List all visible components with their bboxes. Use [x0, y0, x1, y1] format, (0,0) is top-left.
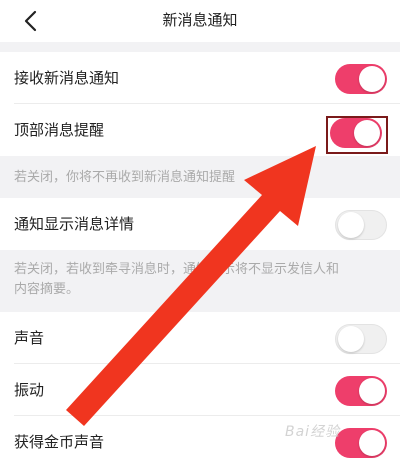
- setting-row-top-banner: 顶部消息提醒: [0, 104, 400, 156]
- toggle-knob: [359, 66, 385, 92]
- setting-row-receive-notifications: 接收新消息通知: [0, 52, 400, 104]
- setting-label: 顶部消息提醒: [14, 121, 105, 139]
- coin-sound-toggle[interactable]: [335, 428, 387, 458]
- show-details-note-line2: 内容摘要。: [14, 282, 80, 297]
- show-details-toggle[interactable]: [335, 210, 387, 240]
- setting-label: 接收新消息通知: [14, 69, 120, 87]
- watermark: Bai经验: [285, 424, 341, 440]
- setting-row-show-details: 通知显示消息详情: [0, 198, 400, 250]
- top-banner-toggle[interactable]: [330, 118, 382, 148]
- toggle-knob: [359, 378, 385, 404]
- header-bar: 新消息通知: [0, 0, 400, 42]
- vibration-toggle[interactable]: [335, 376, 387, 406]
- top-banner-note: 若关闭，你将不再收到新消息通知提醒: [14, 170, 236, 185]
- toggle-knob: [359, 430, 385, 456]
- page-title: 新消息通知: [162, 11, 238, 29]
- setting-label: 通知显示消息详情: [14, 215, 135, 233]
- toggle-knob: [338, 212, 364, 238]
- toggle-knob: [338, 326, 364, 352]
- toggle-knob: [354, 120, 380, 146]
- setting-row-vibration: 振动: [0, 364, 400, 416]
- setting-label: 声音: [14, 329, 45, 347]
- sound-toggle[interactable]: [335, 324, 387, 354]
- setting-row-sound: 声音: [0, 312, 400, 364]
- setting-label: 振动: [14, 381, 45, 399]
- show-details-note-line1: 若关闭，若收到牵寻消息时，通知提示将不显示发信人和: [14, 262, 340, 277]
- setting-label: 获得金币声音: [14, 433, 105, 451]
- receive-notifications-toggle[interactable]: [335, 64, 387, 94]
